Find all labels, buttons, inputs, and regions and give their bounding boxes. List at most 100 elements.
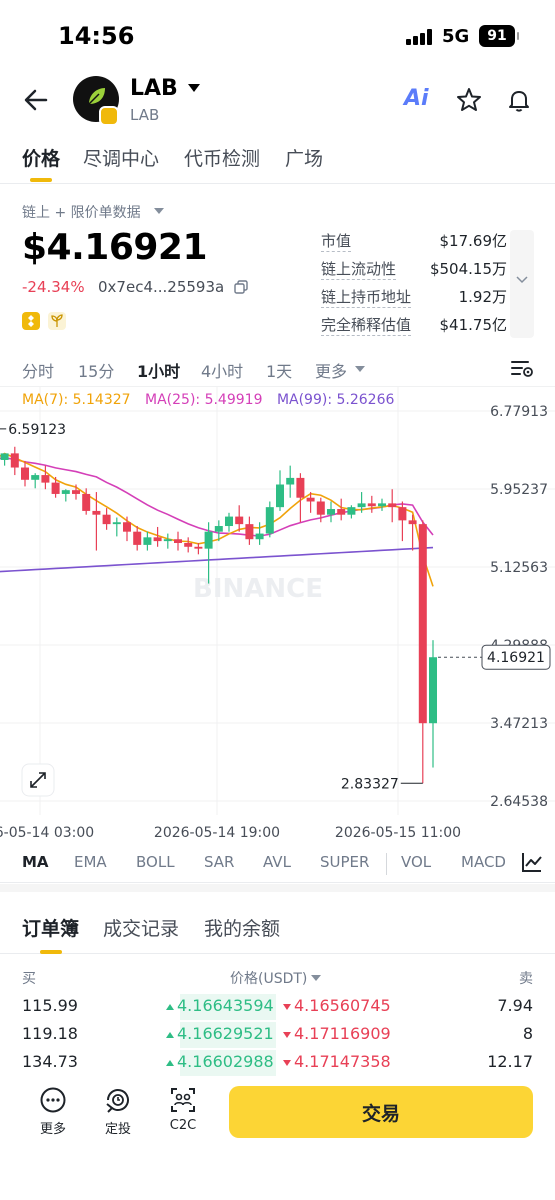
- price-unit-selector[interactable]: 价格(USDT): [230, 968, 307, 988]
- price-chart[interactable]: BINANCE 6.779135.952375.125634.298883.47…: [0, 386, 555, 844]
- stats-expand-button[interactable]: [510, 230, 534, 338]
- interval-4h[interactable]: 4小时: [201, 358, 243, 382]
- dca-button[interactable]: 定投: [93, 1086, 143, 1137]
- candle-body: [286, 478, 294, 485]
- more-dropdown-icon[interactable]: [355, 366, 365, 372]
- data-source-selector[interactable]: 链上 + 限价单数据: [22, 202, 141, 222]
- candle: [52, 477, 60, 498]
- candle-body: [194, 547, 202, 549]
- bottom-action-bar: 更多 定投 C2C 交易: [0, 1078, 555, 1200]
- chart-watermark: BINANCE: [193, 574, 323, 604]
- chain-badge-icon: [99, 106, 119, 126]
- candle-body: [52, 483, 60, 494]
- candle-body: [327, 509, 335, 515]
- candle-body: [1, 453, 9, 460]
- indicator-ma[interactable]: MA: [22, 853, 49, 871]
- x-tick-label: 2026-05-15 11:00: [335, 825, 461, 841]
- bnb-chain-icon: [22, 312, 40, 330]
- candle-body: [143, 537, 151, 545]
- candle: [378, 499, 386, 511]
- recurring-icon: [104, 1086, 132, 1114]
- trade-button[interactable]: 交易: [229, 1086, 533, 1138]
- candle: [123, 517, 131, 542]
- indicator-boll[interactable]: BOLL: [136, 853, 175, 871]
- candle-body: [11, 453, 19, 467]
- token-name[interactable]: LAB: [130, 76, 178, 101]
- ask-quantity: 12.17: [487, 1052, 533, 1071]
- up-arrow-icon: [166, 1004, 174, 1010]
- candle: [266, 501, 274, 537]
- tab-order-book[interactable]: 订单簿: [22, 914, 79, 941]
- candle: [1, 453, 9, 465]
- candle-body: [215, 526, 223, 532]
- data-source-dropdown-icon[interactable]: [154, 208, 164, 214]
- indicator-sar[interactable]: SAR: [204, 853, 234, 871]
- tab-price[interactable]: 价格: [22, 144, 60, 171]
- indicator-ema[interactable]: EMA: [74, 853, 107, 871]
- candle-body: [225, 517, 233, 526]
- stat-label[interactable]: 链上流动性: [321, 258, 396, 280]
- ma7-value: MA(7): 5.14327: [22, 392, 131, 408]
- chart-settings-icon[interactable]: [510, 356, 534, 380]
- candle-body: [41, 475, 49, 483]
- c2c-button[interactable]: C2C: [158, 1086, 208, 1133]
- down-arrow-icon: [283, 1032, 291, 1038]
- stat-value: $41.75亿: [440, 314, 508, 335]
- candle-body: [103, 515, 111, 524]
- interval-1h[interactable]: 1小时: [137, 358, 180, 382]
- tab-token-check[interactable]: 代币检测: [184, 144, 260, 171]
- copy-icon[interactable]: [234, 280, 248, 294]
- interval-timeline[interactable]: 分时: [22, 358, 54, 382]
- stat-label[interactable]: 完全稀释估值: [321, 314, 411, 336]
- tab-trades[interactable]: 成交记录: [103, 914, 179, 941]
- order-book-row[interactable]: 134.73 4.16602988 4.17147358 12.17: [0, 1050, 555, 1076]
- book-tabs: 订单簿 成交记录 我的余额: [0, 910, 555, 954]
- indicator-avl[interactable]: AVL: [263, 853, 291, 871]
- tab-square[interactable]: 广场: [285, 144, 323, 171]
- interval-15m[interactable]: 15分: [78, 358, 114, 382]
- interval-1d[interactable]: 1天: [266, 358, 292, 382]
- token-dropdown-icon[interactable]: [188, 84, 200, 92]
- candle: [409, 515, 417, 551]
- bid-price: 4.16602988: [166, 1052, 274, 1071]
- more-button[interactable]: 更多: [28, 1086, 78, 1137]
- candle: [286, 466, 294, 498]
- ai-icon[interactable]: Ai: [404, 86, 429, 111]
- candle: [388, 489, 396, 522]
- stat-label[interactable]: 链上持币地址: [321, 286, 411, 308]
- header: LAB LAB Ai: [0, 70, 555, 130]
- candle: [164, 534, 172, 549]
- interval-more[interactable]: 更多: [315, 358, 347, 382]
- candlestick-chart[interactable]: BINANCE 6.779135.952375.125634.298883.47…: [0, 387, 555, 845]
- candle-body: [388, 503, 396, 507]
- price-unit-dropdown-icon[interactable]: [311, 975, 321, 981]
- fullscreen-icon[interactable]: [22, 764, 54, 796]
- ask-quantity: 8: [523, 1024, 533, 1043]
- candle-body: [21, 468, 29, 480]
- indicator-settings-icon[interactable]: [521, 851, 543, 873]
- current-price-label: 4.16921: [487, 650, 545, 666]
- candle-body: [245, 524, 253, 539]
- indicator-macd[interactable]: MACD: [461, 853, 506, 871]
- status-time: 14:56: [58, 22, 134, 50]
- star-icon[interactable]: [455, 86, 483, 114]
- stat-label[interactable]: 市值: [321, 230, 351, 252]
- candle-body: [358, 503, 366, 507]
- candle-body: [256, 534, 264, 540]
- tab-balance[interactable]: 我的余额: [204, 914, 280, 941]
- candle: [184, 537, 192, 552]
- candle: [41, 466, 49, 490]
- order-book-row[interactable]: 119.18 4.16629521 4.17116909 8: [0, 1022, 555, 1048]
- section-separator: [0, 884, 555, 892]
- candle: [21, 461, 29, 486]
- indicator-vol[interactable]: VOL: [401, 853, 431, 871]
- price-change: -24.34%: [22, 278, 85, 296]
- back-arrow-icon[interactable]: [22, 86, 50, 114]
- indicator-super[interactable]: SUPER: [320, 853, 369, 871]
- order-book-row[interactable]: 115.99 4.16643594 4.16560745 7.94: [0, 994, 555, 1020]
- candle-body: [266, 507, 274, 533]
- tab-research[interactable]: 尽调中心: [83, 144, 159, 171]
- bell-icon[interactable]: [505, 86, 533, 114]
- ask-price: 4.16560745: [283, 996, 391, 1015]
- current-price: $4.16921: [22, 227, 207, 268]
